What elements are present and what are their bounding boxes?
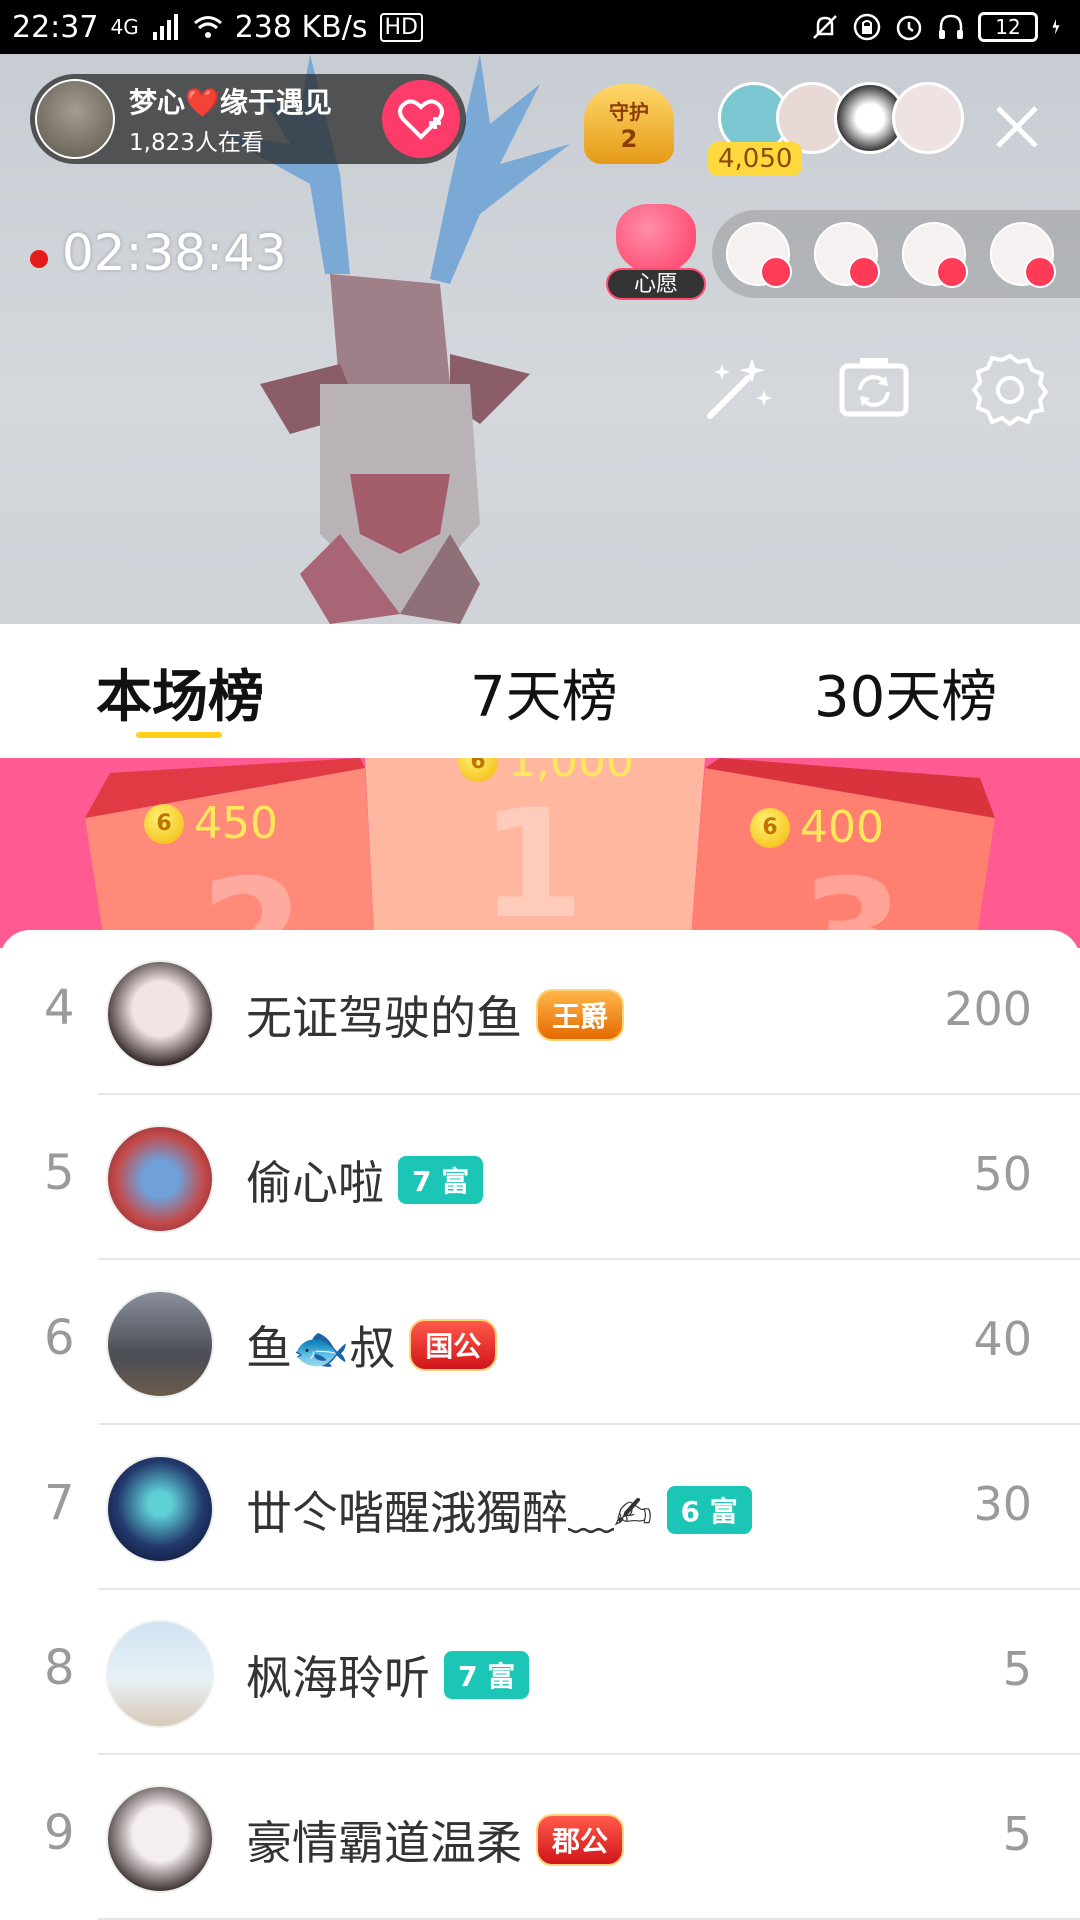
battery-icon: 12: [978, 12, 1038, 42]
third-place-value: 6 400: [750, 802, 884, 853]
tab-this-session[interactable]: 本场榜: [96, 652, 264, 733]
ranking-list: 4 无证驾驶的鱼 王爵 200 5 偷心啦 7 富 50 6 鱼🐟叔 国公 40…: [0, 930, 1080, 1920]
first-place-amount: 1,000: [508, 758, 634, 787]
rank-number: 7: [44, 1475, 75, 1531]
follow-button[interactable]: [382, 80, 460, 158]
alarm-icon: [896, 15, 922, 41]
rank-number: 6: [44, 1310, 75, 1366]
heart-face-icon: [616, 204, 696, 274]
seat-slot[interactable]: [814, 222, 880, 288]
user-name: 鱼🐟叔: [246, 1321, 396, 1375]
heart-plus-icon: [398, 99, 444, 140]
list-item[interactable]: 8 枫海聆听 7 富 5: [0, 1590, 1080, 1755]
avatar[interactable]: [106, 960, 214, 1068]
score: 200: [944, 982, 1032, 1036]
sofa-icon: [848, 256, 880, 288]
avatar[interactable]: [106, 1620, 214, 1728]
score: 5: [1002, 1807, 1032, 1861]
rank-badge: 王爵: [536, 989, 625, 1041]
charging-icon: [1052, 19, 1060, 35]
avatar[interactable]: [106, 1290, 214, 1398]
close-icon[interactable]: [984, 94, 1050, 160]
rank-number: 9: [44, 1805, 75, 1861]
rank-number: 8: [44, 1640, 75, 1696]
host-info-pill[interactable]: 梦心❤️缘于遇见 1,823人在看: [30, 74, 466, 164]
network-speed: 238 KB/s: [234, 9, 368, 45]
hd-voice-icon: HD: [379, 12, 423, 42]
wish-label: 心愿: [606, 268, 706, 300]
score: 50: [973, 1147, 1032, 1201]
user-name: 丗仒喈醒涐獨醉﹏✍: [246, 1486, 653, 1540]
second-place-value: 6 450: [144, 798, 278, 849]
host-name: 梦心❤️缘于遇见: [129, 86, 332, 119]
live-indicator-dot: [30, 250, 48, 268]
wish-button[interactable]: 心愿: [604, 204, 708, 304]
settings-gear-icon[interactable]: [972, 350, 1048, 426]
seat-slot[interactable]: [990, 222, 1056, 288]
first-place-value: 6 1,000: [458, 758, 634, 787]
rank-badge: 7 富: [398, 1156, 484, 1204]
status-bar: 22:37 4G 238 KB/s HD 12: [0, 0, 1080, 54]
guard-label: 守护: [609, 99, 649, 124]
tab-7-days[interactable]: 7天榜: [470, 652, 618, 733]
camera-switch-icon[interactable]: [836, 350, 912, 426]
score: 30: [973, 1477, 1032, 1531]
user-name: 枫海聆听: [246, 1651, 430, 1705]
mic-seats: [712, 210, 1080, 298]
rank-number: 4: [44, 980, 75, 1036]
avatar[interactable]: [106, 1785, 214, 1893]
coin-icon: 6: [750, 807, 790, 848]
podium-rank-1: 1: [480, 778, 585, 948]
score: 40: [973, 1312, 1032, 1366]
rank-number: 5: [44, 1145, 75, 1201]
status-time: 22:37: [12, 9, 99, 45]
list-item[interactable]: 5 偷心啦 7 富 50: [0, 1095, 1080, 1260]
ranking-tabs: 本场榜 7天榜 30天榜: [0, 624, 1080, 758]
user-name: 偷心啦: [246, 1156, 384, 1210]
guard-count: 2: [620, 124, 638, 153]
sofa-icon: [760, 256, 792, 288]
second-place-amount: 450: [194, 798, 278, 849]
live-timer: 02:38:43: [62, 224, 287, 282]
signal-icon: 4G: [110, 15, 139, 39]
headphones-icon: [939, 14, 963, 39]
guard-badge[interactable]: 守护 2: [584, 84, 674, 184]
list-item[interactable]: 9 豪情霸道温柔 郡公 5: [0, 1755, 1080, 1920]
crown-icon: 守护 2: [584, 84, 674, 164]
live-room-screen: 22:37 4G 238 KB/s HD 12 梦心❤️缘于遇见 1,823人在…: [0, 0, 1080, 1920]
avatar[interactable]: [106, 1125, 214, 1233]
sofa-icon: [936, 256, 968, 288]
list-item[interactable]: 4 无证驾驶的鱼 王爵 200: [0, 930, 1080, 1095]
rank-badge: 7 富: [444, 1651, 530, 1699]
seat-slot[interactable]: [902, 222, 968, 288]
rank-badge: 郡公: [536, 1814, 625, 1866]
sofa-icon: [1024, 256, 1056, 288]
coin-icon: 6: [144, 803, 184, 844]
coin-icon: 6: [458, 758, 498, 782]
seat-slot[interactable]: [726, 222, 792, 288]
third-place-amount: 400: [800, 802, 884, 853]
rank-badge: 国公: [409, 1319, 498, 1371]
active-tab-indicator: [136, 732, 222, 738]
tab-30-days[interactable]: 30天榜: [814, 652, 997, 733]
live-video[interactable]: 梦心❤️缘于遇见 1,823人在看 守护 2 4,050 02:38:43 心愿: [0, 54, 1080, 624]
user-name: 无证驾驶的鱼: [246, 991, 522, 1045]
magic-wand-icon[interactable]: [700, 350, 776, 426]
mute-bell-icon: [813, 15, 837, 39]
audience-avatar[interactable]: [892, 82, 964, 154]
viewer-count: 1,823人在看: [129, 130, 264, 156]
rank-badge: 6 富: [666, 1486, 752, 1534]
list-item[interactable]: 7 丗仒喈醒涐獨醉﹏✍ 6 富 30: [0, 1425, 1080, 1590]
top3-podium: 2 1 3 6 1,000 6 450 6 400: [0, 758, 1080, 948]
avatar[interactable]: [106, 1455, 214, 1563]
user-name: 豪情霸道温柔: [246, 1816, 522, 1870]
audience-count[interactable]: 4,050: [708, 142, 803, 176]
cell-signal-icon: [152, 14, 178, 40]
score: 5: [1002, 1642, 1032, 1696]
list-item[interactable]: 6 鱼🐟叔 国公 40: [0, 1260, 1080, 1425]
host-avatar[interactable]: [35, 79, 115, 159]
lock-icon: [853, 13, 881, 41]
wifi-icon: [193, 16, 222, 38]
